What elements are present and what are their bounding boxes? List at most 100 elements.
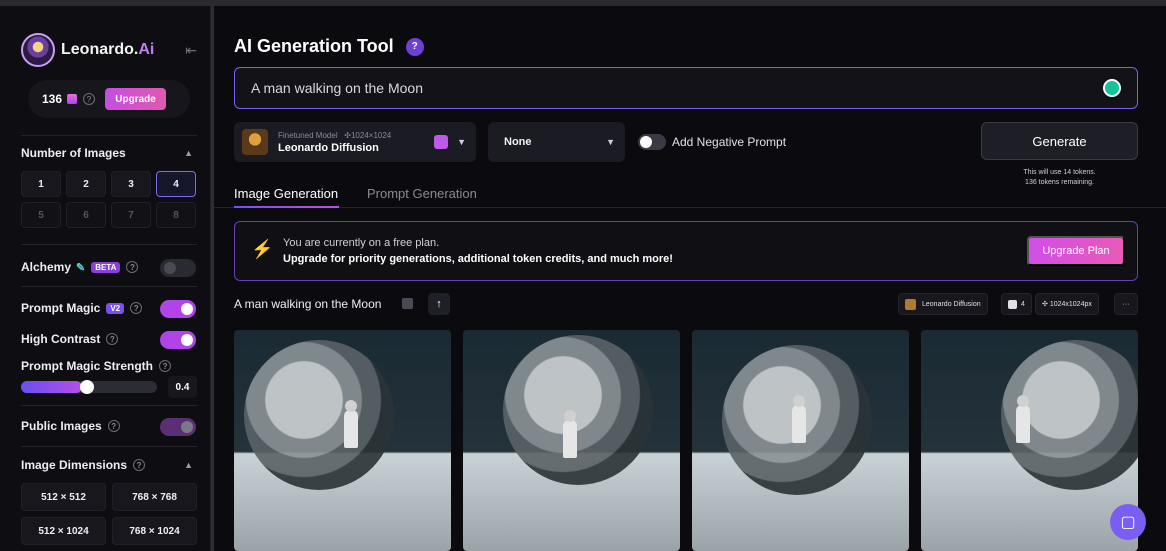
model-type: Finetuned Model: [278, 130, 338, 140]
help-icon[interactable]: ?: [159, 360, 172, 372]
model-name: Leonardo Diffusion: [278, 141, 379, 154]
token-remaining-line: 136 tokens remaining.: [1025, 179, 1094, 186]
dimension-option[interactable]: 768 × 1024: [112, 517, 197, 545]
prompt-magic-strength-label: Prompt Magic Strength: [21, 359, 154, 373]
resize-icon: ✣: [1042, 301, 1050, 308]
collapse-sidebar-icon[interactable]: ⇤: [185, 42, 197, 59]
page-title-text: AI Generation Tool: [234, 36, 394, 56]
prompt-input-value: A man walking on the Moon: [251, 80, 423, 96]
grammarly-icon[interactable]: [1103, 79, 1121, 97]
model-select[interactable]: Finetuned Model ✣1024×1024 Leonardo Diff…: [234, 122, 476, 162]
help-icon[interactable]: ?: [133, 459, 146, 471]
image-count-chip: 4: [1001, 293, 1032, 315]
prompt-magic-toggle[interactable]: [160, 300, 196, 318]
astronaut-shape: [1016, 395, 1030, 443]
upgrade-button[interactable]: Upgrade: [105, 88, 167, 110]
prompt-magic-strength-row: Prompt Magic Strength ?: [21, 359, 172, 373]
moon-shape: [244, 340, 394, 490]
prompt-magic-strength-value[interactable]: 0.4: [168, 376, 197, 398]
tab-image-generation[interactable]: Image Generation: [234, 186, 338, 201]
alchemy-toggle[interactable]: [160, 259, 196, 277]
pencil-icon: ✎: [76, 261, 86, 274]
images-icon: [1008, 299, 1017, 309]
dimension-option[interactable]: 768 × 768: [112, 483, 197, 511]
chevron-up-icon[interactable]: ▲: [184, 460, 193, 470]
number-of-images-grid: 1 2 3 4 5 6 7 8: [21, 171, 198, 228]
divider: [21, 244, 197, 245]
v2-badge: V2: [106, 302, 125, 314]
image-count-7[interactable]: 7: [111, 202, 151, 228]
public-images-toggle[interactable]: [160, 418, 196, 436]
style-select-value: None: [504, 136, 532, 148]
high-contrast-toggle[interactable]: [160, 331, 196, 349]
active-tab-indicator: [234, 206, 339, 208]
image-dimensions-header[interactable]: Image Dimensions ? ▲: [21, 458, 197, 472]
help-icon[interactable]: ?: [83, 93, 96, 105]
generated-image[interactable]: [921, 330, 1138, 551]
slider-handle[interactable]: [80, 380, 94, 394]
image-count-8[interactable]: 8: [156, 202, 196, 228]
generated-images-grid: [234, 330, 1138, 551]
more-icon: ···: [1122, 300, 1130, 308]
token-coin-icon: [67, 94, 78, 104]
divider: [21, 135, 197, 136]
chat-support-icon[interactable]: ▢: [1110, 504, 1146, 540]
tabs-divider: [214, 207, 1166, 208]
tab-prompt-generation[interactable]: Prompt Generation: [367, 186, 477, 201]
logo-text-accent: Ai: [138, 41, 155, 58]
help-icon[interactable]: ?: [130, 302, 143, 314]
generated-image[interactable]: [234, 330, 451, 551]
leonardo-logo-icon: [21, 33, 55, 67]
help-icon[interactable]: ?: [126, 261, 139, 273]
astronaut-shape: [792, 395, 806, 443]
image-count-3[interactable]: 3: [111, 171, 151, 197]
style-select[interactable]: None ▼: [488, 122, 625, 162]
negative-prompt-toggle[interactable]: [638, 134, 666, 150]
chevron-down-icon: ▼: [606, 137, 615, 147]
token-usage-note: This will use 14 tokens. 136 tokens rema…: [981, 168, 1138, 188]
generated-image[interactable]: [692, 330, 909, 551]
logo-text: Leonardo.Ai: [61, 41, 154, 59]
beta-badge: BETA: [91, 261, 121, 273]
model-thumbnail: [242, 129, 268, 155]
image-count-6[interactable]: 6: [66, 202, 106, 228]
arrow-up-icon[interactable]: ↑: [428, 293, 450, 315]
image-count-1[interactable]: 1: [21, 171, 61, 197]
image-count-4[interactable]: 4: [156, 171, 196, 197]
prompt-magic-strength-slider[interactable]: [21, 380, 157, 394]
token-count: 136: [42, 92, 63, 106]
image-count-5[interactable]: 5: [21, 202, 61, 228]
alchemy-row: Alchemy ✎ BETA ?: [21, 260, 139, 274]
upgrade-plan-button[interactable]: Upgrade Plan: [1027, 236, 1125, 266]
negative-prompt-label: Add Negative Prompt: [672, 135, 787, 149]
lightning-icon: ⚡: [251, 239, 274, 259]
copy-icon[interactable]: [402, 298, 413, 309]
more-options-button[interactable]: ···: [1114, 293, 1138, 315]
logo-row: Leonardo.Ai ⇤: [21, 32, 197, 68]
generation-prompt: A man walking on the Moon: [234, 297, 382, 311]
help-icon[interactable]: ?: [405, 37, 424, 56]
model-settings-icon[interactable]: [434, 135, 448, 149]
prompt-input[interactable]: A man walking on the Moon: [234, 67, 1138, 109]
generated-image[interactable]: [463, 330, 680, 551]
dimension-option[interactable]: 512 × 1024: [21, 517, 106, 545]
model-thumbnail-icon: [905, 298, 916, 310]
generate-button[interactable]: Generate: [981, 122, 1138, 160]
dimension-option[interactable]: 512 × 512: [21, 483, 106, 511]
number-of-images-header[interactable]: Number of Images ▲: [21, 146, 197, 160]
help-icon[interactable]: ?: [107, 420, 120, 432]
token-balance: 136 ? Upgrade: [28, 80, 190, 118]
divider: [21, 405, 197, 406]
token-usage-line: This will use 14 tokens.: [1023, 169, 1096, 176]
image-dimensions-grid: 512 × 512 768 × 768 512 × 1024 768 × 102…: [21, 483, 198, 545]
public-images-row: Public Images ?: [21, 419, 120, 433]
size-chip-label: 1024x1024px: [1049, 300, 1092, 308]
section-title: Image Dimensions: [21, 458, 128, 472]
chevron-up-icon[interactable]: ▲: [184, 148, 193, 158]
image-count-chip-label: 4: [1021, 300, 1025, 308]
divider: [21, 286, 197, 287]
image-count-2[interactable]: 2: [66, 171, 106, 197]
model-small-info: Finetuned Model ✣1024×1024: [278, 131, 391, 140]
slider-fill: [21, 381, 82, 393]
help-icon[interactable]: ?: [106, 333, 119, 345]
